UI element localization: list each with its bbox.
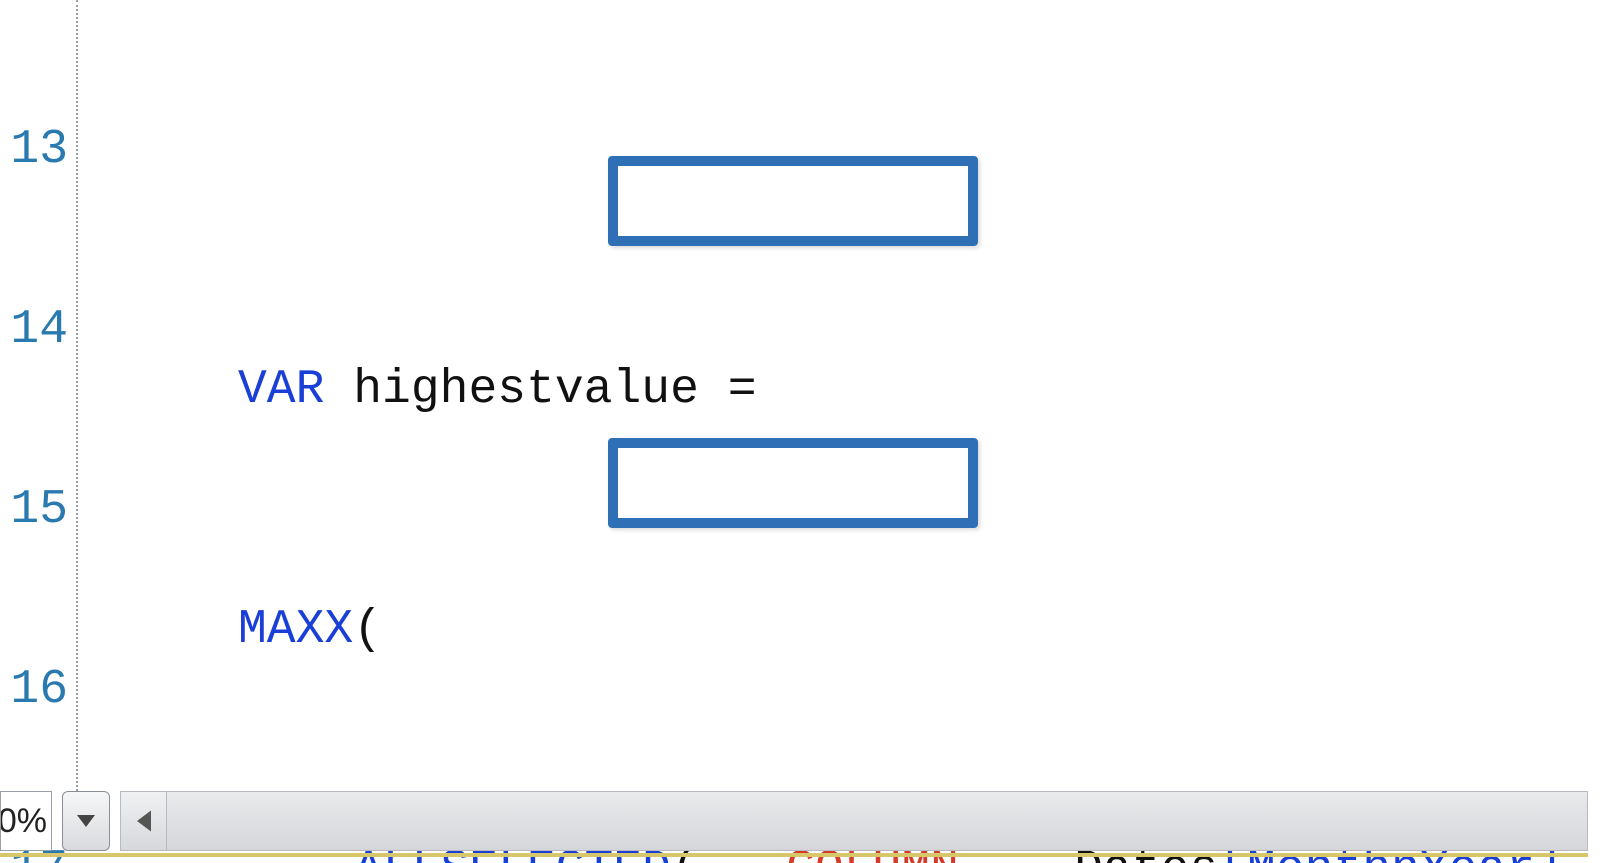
code-line[interactable]: VAR highestvalue =	[94, 360, 1600, 420]
var-name: highestvalue	[353, 363, 699, 417]
triangle-left-icon	[137, 810, 151, 832]
code-area[interactable]: 13 14 15 16 17 18 19 20 21 22 23 24 25 V…	[0, 0, 1600, 791]
paren-open: (	[353, 603, 382, 657]
code-content[interactable]: VAR highestvalue = MAXX( ALLSELECTED( __…	[78, 0, 1600, 791]
op-equals: =	[728, 363, 757, 417]
keyword-var: VAR	[238, 363, 324, 417]
zoom-dropdown-button[interactable]	[62, 791, 110, 851]
line-number: 14	[0, 300, 68, 360]
zoom-level[interactable]: 00%	[0, 791, 52, 851]
horizontal-scrollbar[interactable]	[120, 791, 1588, 851]
divider	[0, 853, 1588, 857]
line-number: 16	[0, 660, 68, 720]
scrollbar-track[interactable]	[167, 792, 1587, 850]
scroll-left-button[interactable]	[121, 792, 167, 850]
line-number-gutter: 13 14 15 16 17 18 19 20 21 22 23 24 25	[0, 0, 78, 791]
chevron-down-icon	[77, 815, 95, 827]
code-editor: 13 14 15 16 17 18 19 20 21 22 23 24 25 V…	[0, 0, 1600, 863]
line-number: 13	[0, 120, 68, 180]
code-line[interactable]	[94, 120, 1600, 180]
status-bar: 00%	[0, 791, 1600, 853]
line-number: 15	[0, 480, 68, 540]
fn-maxx: MAXX	[238, 603, 353, 657]
code-line[interactable]: MAXX(	[94, 600, 1600, 660]
